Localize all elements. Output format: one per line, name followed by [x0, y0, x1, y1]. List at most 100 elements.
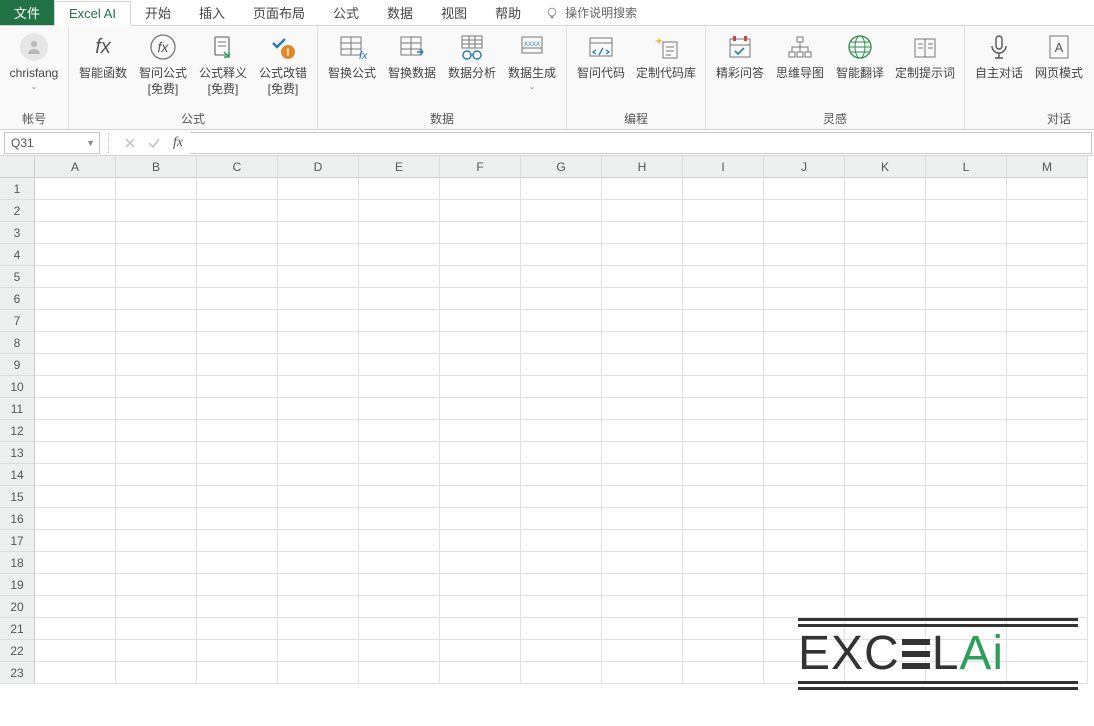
cell[interactable]: [1007, 398, 1088, 420]
cell[interactable]: [764, 288, 845, 310]
cell[interactable]: [35, 376, 116, 398]
row-header-9[interactable]: 9: [0, 354, 35, 376]
cell[interactable]: [197, 200, 278, 222]
cell[interactable]: [602, 244, 683, 266]
col-header-D[interactable]: D: [278, 156, 359, 178]
analyze-data-button[interactable]: 数据分析: [446, 30, 498, 82]
row-header-11[interactable]: 11: [0, 398, 35, 420]
cell[interactable]: [602, 200, 683, 222]
cell[interactable]: [602, 332, 683, 354]
cell[interactable]: [197, 244, 278, 266]
cell[interactable]: [116, 508, 197, 530]
cell[interactable]: [197, 662, 278, 684]
cell[interactable]: [35, 244, 116, 266]
cell[interactable]: [764, 464, 845, 486]
cell[interactable]: [440, 442, 521, 464]
cell[interactable]: [926, 266, 1007, 288]
cell[interactable]: [359, 442, 440, 464]
cell[interactable]: [440, 310, 521, 332]
cell[interactable]: [521, 552, 602, 574]
cell[interactable]: [197, 442, 278, 464]
cell[interactable]: [116, 530, 197, 552]
cell[interactable]: [440, 420, 521, 442]
cell[interactable]: [926, 244, 1007, 266]
cell[interactable]: [764, 442, 845, 464]
cell[interactable]: [440, 398, 521, 420]
cell[interactable]: [926, 530, 1007, 552]
cell[interactable]: [359, 222, 440, 244]
cell[interactable]: [278, 662, 359, 684]
cell[interactable]: [926, 574, 1007, 596]
account-button[interactable]: chrisfang ⌄: [8, 30, 60, 92]
cell[interactable]: [359, 200, 440, 222]
cell[interactable]: [35, 640, 116, 662]
row-header-23[interactable]: 23: [0, 662, 35, 684]
smart-function-button[interactable]: fx 智能函数: [77, 30, 129, 82]
cell[interactable]: [440, 376, 521, 398]
cell[interactable]: [278, 442, 359, 464]
name-box[interactable]: Q31 ▼: [4, 132, 100, 154]
cell[interactable]: [278, 618, 359, 640]
cell[interactable]: [845, 178, 926, 200]
translate-button[interactable]: 智能翻译: [834, 30, 886, 82]
row-header-18[interactable]: 18: [0, 552, 35, 574]
qa-button[interactable]: 精彩问答: [714, 30, 766, 82]
cell[interactable]: [116, 398, 197, 420]
cell[interactable]: [1007, 376, 1088, 398]
cell[interactable]: [602, 442, 683, 464]
cell[interactable]: [683, 662, 764, 684]
cell-grid[interactable]: [35, 178, 1094, 684]
cell[interactable]: [278, 266, 359, 288]
col-header-L[interactable]: L: [926, 156, 1007, 178]
cell[interactable]: [197, 420, 278, 442]
cell[interactable]: [359, 662, 440, 684]
cell[interactable]: [764, 486, 845, 508]
row-header-3[interactable]: 3: [0, 222, 35, 244]
cell[interactable]: [926, 310, 1007, 332]
tab-insert[interactable]: 插入: [185, 0, 239, 25]
cell[interactable]: [521, 618, 602, 640]
ask-code-button[interactable]: 智问代码: [575, 30, 627, 82]
cell[interactable]: [521, 376, 602, 398]
cell[interactable]: [278, 486, 359, 508]
cell[interactable]: [602, 310, 683, 332]
row-header-10[interactable]: 10: [0, 376, 35, 398]
cell[interactable]: [926, 398, 1007, 420]
cell[interactable]: [845, 222, 926, 244]
cell[interactable]: [764, 244, 845, 266]
cell[interactable]: [116, 354, 197, 376]
cell[interactable]: [764, 266, 845, 288]
swap-formula-button[interactable]: fx 智换公式: [326, 30, 378, 82]
tab-view[interactable]: 视图: [427, 0, 481, 25]
cell[interactable]: [683, 200, 764, 222]
cell[interactable]: [521, 288, 602, 310]
cell[interactable]: [35, 222, 116, 244]
cell[interactable]: [602, 508, 683, 530]
tab-excel-ai[interactable]: Excel AI: [54, 1, 131, 26]
cell[interactable]: [35, 398, 116, 420]
cell[interactable]: [602, 596, 683, 618]
cell[interactable]: [926, 178, 1007, 200]
cell[interactable]: [602, 464, 683, 486]
cell[interactable]: [1007, 354, 1088, 376]
cell[interactable]: [359, 244, 440, 266]
cell[interactable]: [845, 552, 926, 574]
cell[interactable]: [1007, 288, 1088, 310]
cell[interactable]: [602, 552, 683, 574]
cell[interactable]: [35, 486, 116, 508]
row-header-2[interactable]: 2: [0, 200, 35, 222]
cell[interactable]: [521, 486, 602, 508]
ask-formula-button[interactable]: fx 智问公式 [免费]: [137, 30, 189, 97]
cell[interactable]: [845, 486, 926, 508]
insert-function-button[interactable]: fx: [166, 132, 190, 154]
cell[interactable]: [440, 552, 521, 574]
cell[interactable]: [602, 376, 683, 398]
cell[interactable]: [440, 200, 521, 222]
cell[interactable]: [35, 464, 116, 486]
cell[interactable]: [521, 530, 602, 552]
row-header-19[interactable]: 19: [0, 574, 35, 596]
cell[interactable]: [197, 640, 278, 662]
col-header-H[interactable]: H: [602, 156, 683, 178]
row-header-4[interactable]: 4: [0, 244, 35, 266]
cell[interactable]: [521, 574, 602, 596]
